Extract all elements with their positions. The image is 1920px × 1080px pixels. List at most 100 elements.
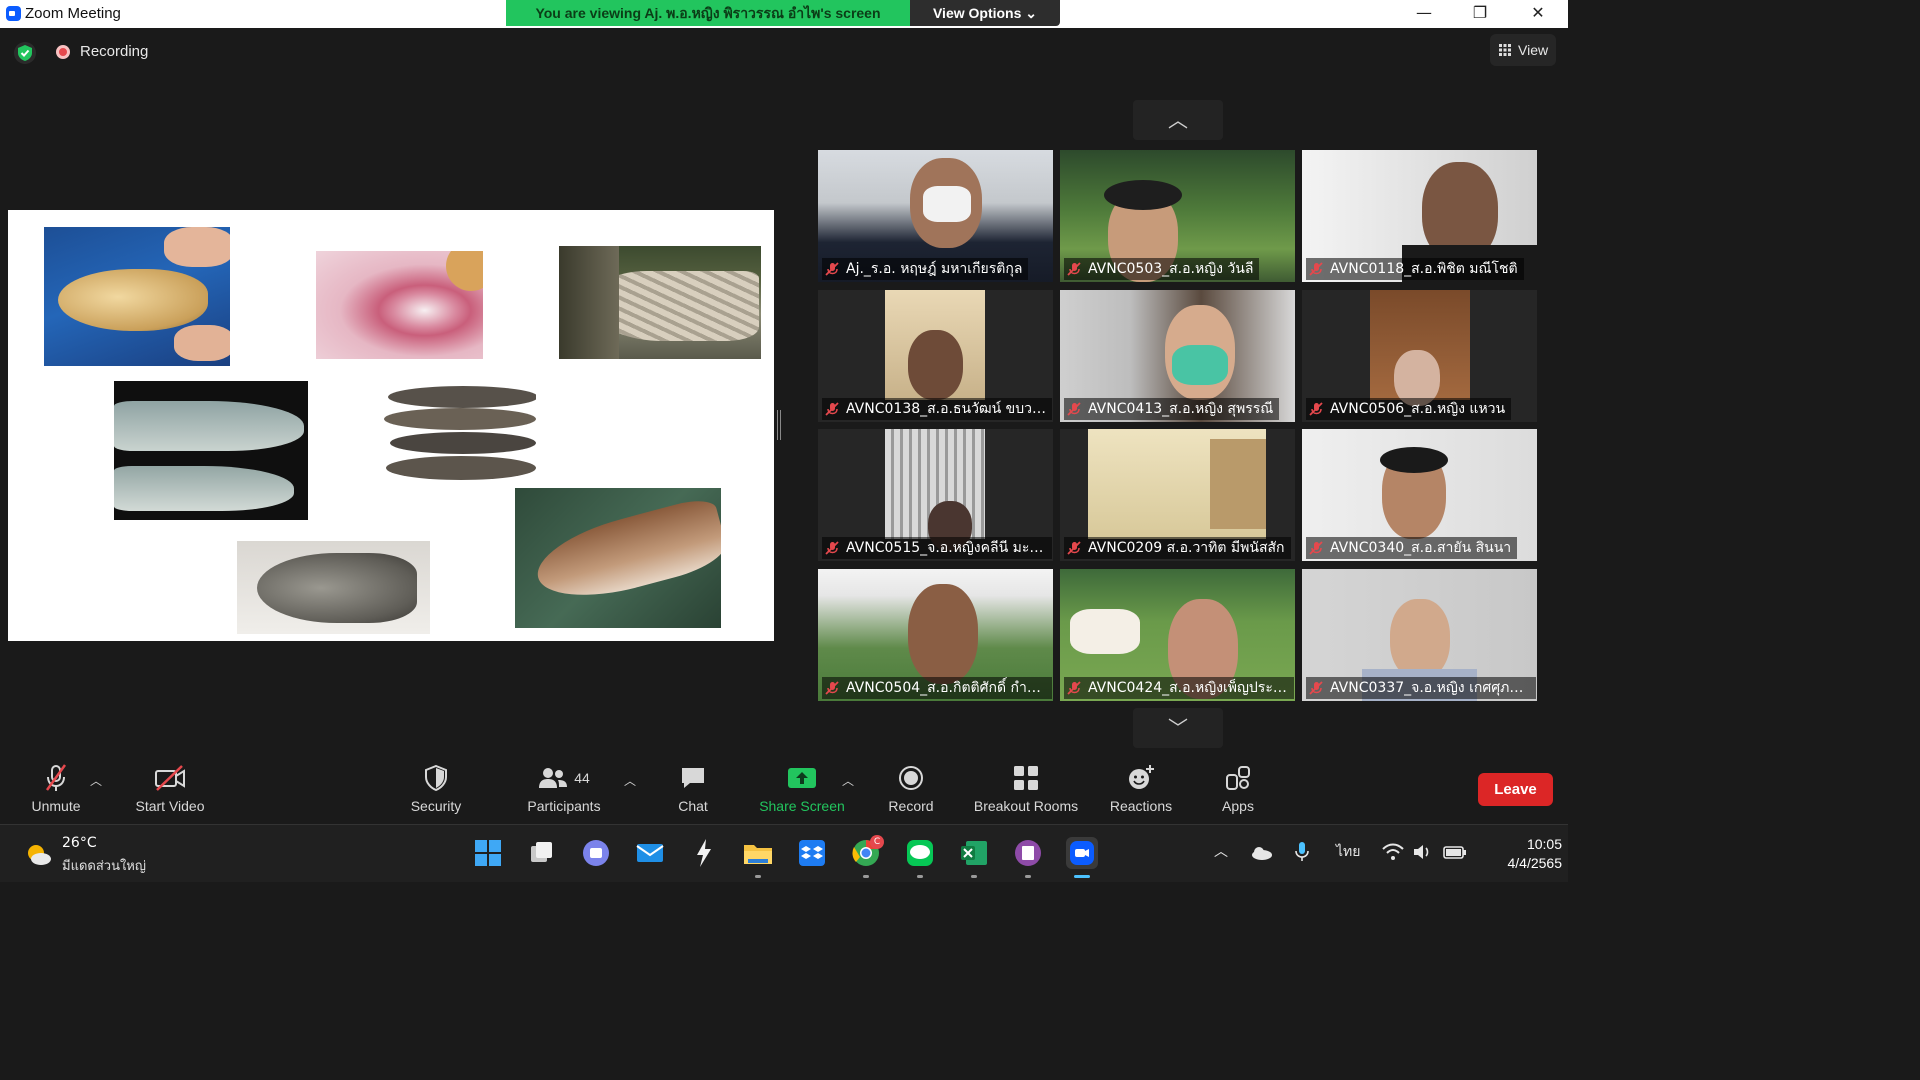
- encryption-shield-button[interactable]: [14, 42, 36, 64]
- chrome-notification-badge: C: [870, 835, 884, 849]
- zoom-app-icon: [6, 6, 21, 21]
- restore-button[interactable]: ❐: [1452, 0, 1508, 28]
- line-app-button[interactable]: [904, 837, 936, 869]
- running-indicator: [755, 875, 761, 878]
- participant-name: AVNC0506_ส.อ.หญิง แหวน: [1306, 398, 1512, 420]
- chat-button[interactable]: Chat: [668, 760, 718, 814]
- participant-tile[interactable]: AVNC0506_ส.อ.หญิง แหวน: [1302, 290, 1537, 422]
- dropbox-button[interactable]: [796, 837, 828, 869]
- red-lesion-closeup-photo: [316, 251, 483, 359]
- file-explorer-button[interactable]: [742, 837, 774, 869]
- mic-muted-icon: [1067, 262, 1081, 276]
- chat-icon: [682, 768, 704, 788]
- record-button[interactable]: Record: [882, 760, 940, 814]
- participants-label: Participants: [527, 798, 601, 814]
- mic-muted-icon: [825, 541, 839, 555]
- battery-charging-icon[interactable]: [1442, 843, 1468, 861]
- participant-tile[interactable]: AVNC0503_ส.อ.หญิง วันลี: [1060, 150, 1295, 282]
- windows-taskbar: 26°C มีแดดส่วนใหญ่ C ︿ ไทย 10:05 4/4/256…: [0, 824, 1568, 882]
- mic-muted-icon: [825, 262, 839, 276]
- teams-chat-button[interactable]: [580, 837, 612, 869]
- mail-app-button[interactable]: [634, 837, 666, 869]
- participant-name: AVNC0424_ส.อ.หญิงเพ็ญประภา...: [1064, 677, 1294, 699]
- participant-tile[interactable]: AVNC0337_จ.อ.หญิง เกศศุภรัฎฐ์: [1302, 569, 1537, 701]
- participant-name: AVNC0209 ส.อ.วาทิต มีพนัสสัก: [1064, 537, 1291, 559]
- audio-options-caret-icon[interactable]: ︿: [90, 772, 102, 789]
- recording-label: Recording: [80, 43, 149, 60]
- pdf-app-button[interactable]: [1012, 837, 1044, 869]
- gallery-page-down-button[interactable]: ﹀: [1133, 708, 1223, 748]
- weather-temperature[interactable]: 26°C: [62, 835, 97, 851]
- system-clock[interactable]: 10:05 4/4/2565: [1500, 835, 1563, 873]
- participant-tile[interactable]: AVNC0504_ส.อ.กิตติศักดิ์ กำจร...: [818, 569, 1053, 701]
- participant-name: AVNC0503_ส.อ.หญิง วันลี: [1064, 258, 1260, 280]
- mic-muted-icon: [825, 402, 839, 416]
- zoom-taskbar-button[interactable]: [1066, 837, 1098, 869]
- participants-options-caret-icon[interactable]: ︿: [624, 772, 636, 789]
- clock-time: 10:05: [1526, 836, 1562, 852]
- task-view-icon: [531, 842, 552, 862]
- minimize-button[interactable]: —: [1396, 0, 1452, 28]
- onedrive-cloud-icon[interactable]: [1250, 845, 1274, 861]
- view-options-button[interactable]: View Options ⌄: [910, 0, 1060, 26]
- dropbox-icon: [799, 840, 825, 866]
- wifi-icon[interactable]: [1382, 843, 1404, 861]
- task-view-button[interactable]: [526, 837, 558, 869]
- catfish-on-green-photo: [515, 488, 721, 628]
- running-indicator-active: [1074, 875, 1090, 878]
- partly-sunny-icon[interactable]: [24, 841, 52, 869]
- view-button-label: View: [1518, 42, 1549, 58]
- unmute-button[interactable]: Unmute: [24, 760, 88, 814]
- participant-tile[interactable]: AVNC0118_ส.อ.พิชิต มณีโชติ: [1302, 150, 1537, 282]
- participant-tile[interactable]: AVNC0515_จ.อ.หญิงคลีนี มะแซ...: [818, 429, 1053, 561]
- participant-tile[interactable]: AVNC0340_ส.อ.สายัน สินนา: [1302, 429, 1537, 561]
- view-options-label: View Options: [932, 5, 1022, 21]
- participant-tile[interactable]: AVNC0413_ส.อ.หญิง สุพรรณี: [1060, 290, 1295, 422]
- leave-button[interactable]: Leave: [1478, 773, 1553, 806]
- participants-button[interactable]: 44 Participants: [520, 760, 608, 814]
- participant-tile[interactable]: AVNC0209 ส.อ.วาทิต มีพนัสสัก: [1060, 429, 1295, 561]
- participant-tile[interactable]: AVNC0424_ส.อ.หญิงเพ็ญประภา...: [1060, 569, 1295, 701]
- start-video-button[interactable]: Start Video: [128, 760, 212, 814]
- input-language-indicator[interactable]: ไทย: [1336, 841, 1360, 863]
- running-indicator: [863, 875, 869, 878]
- view-button[interactable]: View: [1490, 34, 1556, 66]
- security-label: Security: [410, 798, 462, 814]
- show-hidden-icons-chevron-icon[interactable]: ︿: [1214, 841, 1228, 861]
- folder-icon: [744, 845, 772, 864]
- participant-name: AVNC0337_จ.อ.หญิง เกศศุภรัฎฐ์: [1306, 677, 1536, 699]
- apps-button[interactable]: Apps: [1212, 760, 1264, 814]
- security-button[interactable]: Security: [404, 760, 468, 814]
- excel-button[interactable]: [958, 837, 990, 869]
- participant-name: AVNC0118_ส.อ.พิชิต มณีโชติ: [1306, 258, 1524, 280]
- excel-icon: [961, 841, 987, 865]
- window-title: Zoom Meeting: [25, 5, 121, 22]
- reactions-label: Reactions: [1109, 798, 1173, 814]
- reactions-button[interactable]: Reactions: [1104, 760, 1178, 814]
- start-button[interactable]: [472, 837, 504, 869]
- apps-icon: [1226, 766, 1250, 790]
- mic-muted-icon: [1309, 402, 1323, 416]
- chevron-down-icon: ⌄: [1025, 5, 1038, 21]
- participant-tile[interactable]: AVNC0138_ส.อ.ธนวัฒน์ ขบวน...: [818, 290, 1053, 422]
- participants-count: 44: [574, 770, 590, 786]
- share-options-caret-icon[interactable]: ︿: [842, 772, 854, 789]
- panel-resize-handle[interactable]: [777, 410, 781, 440]
- participant-tile[interactable]: Aj._ร.อ. หฤษฎ์ มหาเกียรติกุล: [818, 150, 1053, 282]
- start-video-label: Start Video: [135, 798, 205, 814]
- share-screen-button[interactable]: Share Screen: [756, 760, 848, 814]
- close-button[interactable]: ✕: [1510, 0, 1566, 28]
- participant-name: AVNC0413_ส.อ.หญิง สุพรรณี: [1064, 398, 1280, 420]
- weather-condition[interactable]: มีแดดส่วนใหญ่: [62, 855, 146, 876]
- record-label: Record: [888, 798, 934, 814]
- mic-muted-icon: [1309, 541, 1323, 555]
- app-lightning-button[interactable]: [688, 837, 720, 869]
- volume-icon[interactable]: [1412, 843, 1434, 861]
- grid-icon: [1499, 44, 1511, 56]
- chrome-button[interactable]: C: [850, 835, 884, 869]
- gallery-page-up-button[interactable]: ︿: [1133, 100, 1223, 140]
- breakout-rooms-button[interactable]: Breakout Rooms: [966, 760, 1086, 814]
- mic-muted-icon: [825, 681, 839, 695]
- microphone-icon[interactable]: [1294, 841, 1310, 863]
- stacked-catfish-photo: [378, 382, 536, 484]
